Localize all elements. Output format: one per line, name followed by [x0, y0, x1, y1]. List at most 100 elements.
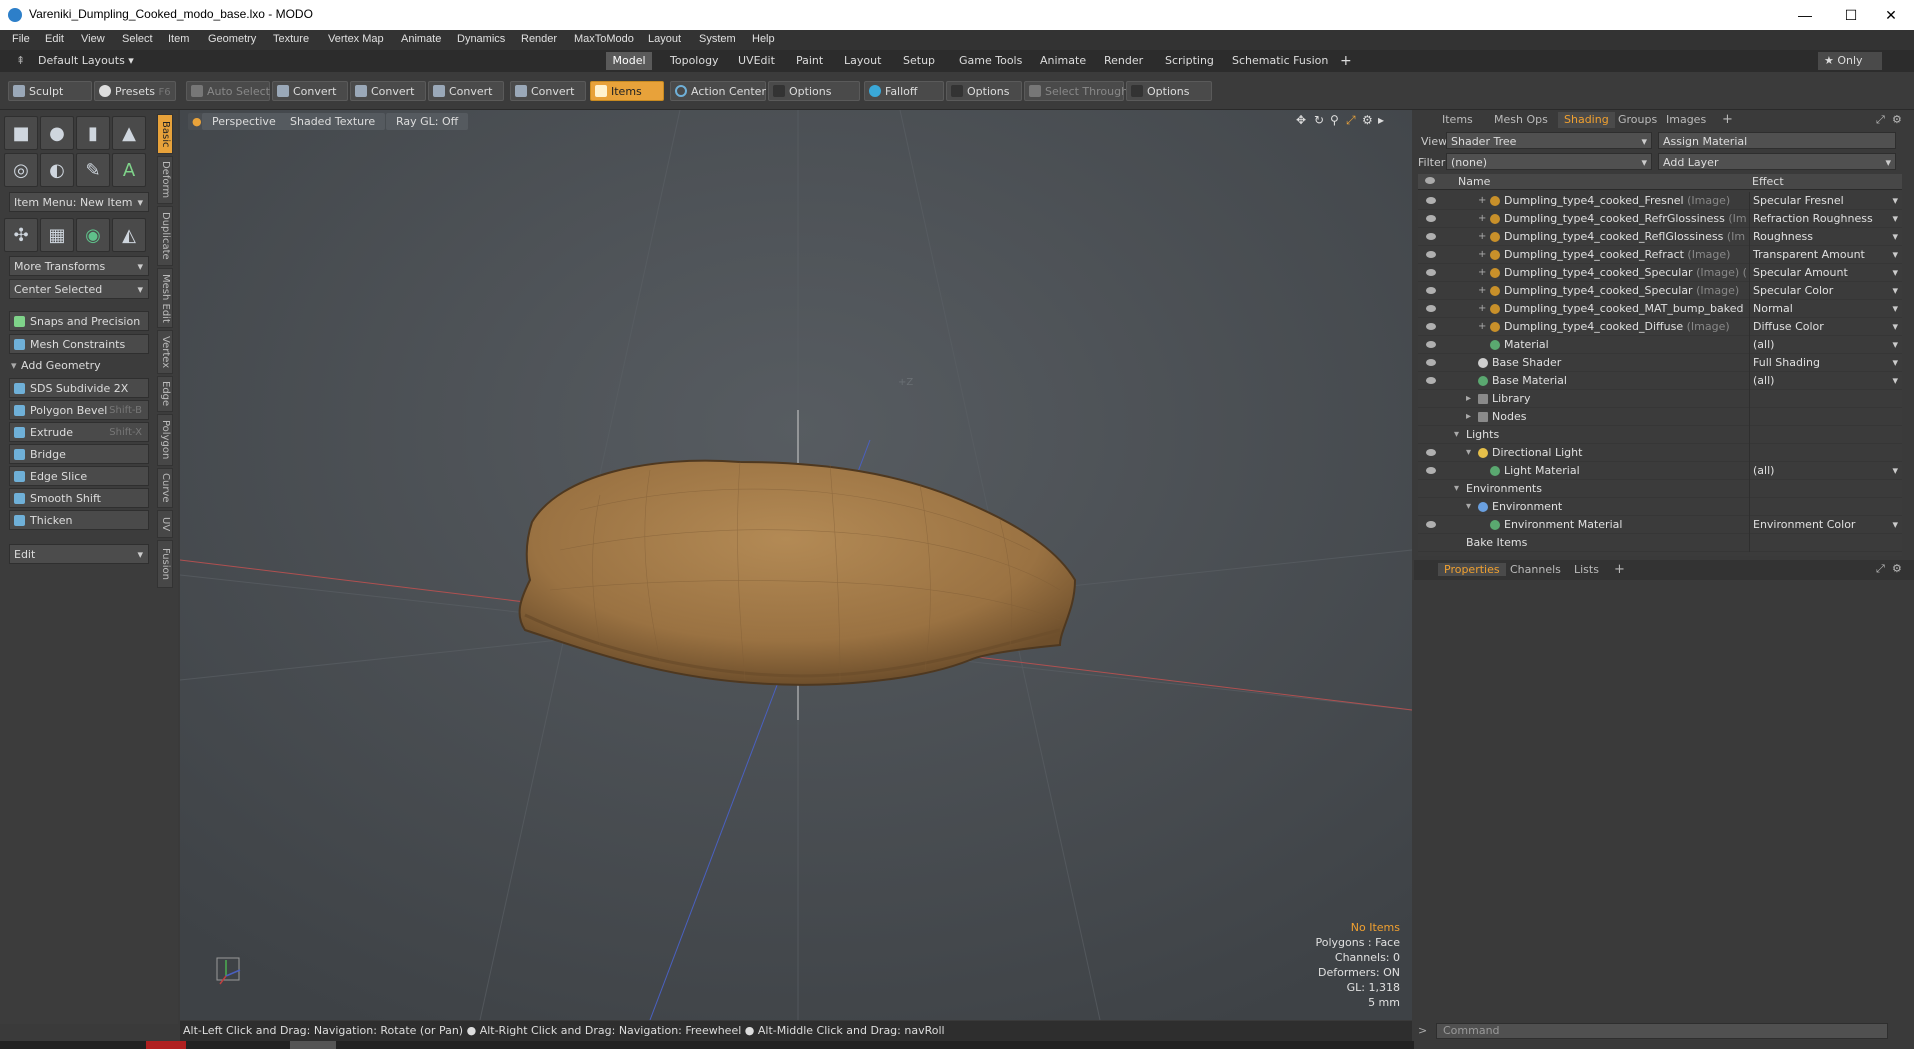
layer-effect-dropdown[interactable]: Roughness	[1749, 228, 1902, 246]
expand-toggle-icon[interactable]: +	[1478, 228, 1486, 246]
panel-expand-icon[interactable]: ⤢	[1876, 112, 1885, 128]
visibility-eye-icon[interactable]	[1426, 467, 1436, 474]
thicken-button[interactable]: Thicken	[9, 510, 149, 530]
tab-setup[interactable]: Setup	[897, 52, 941, 70]
capsule-icon[interactable]: ◐	[40, 153, 74, 187]
tab-groups[interactable]: Groups	[1618, 112, 1657, 128]
visibility-eye-icon[interactable]	[1426, 341, 1436, 348]
sphere-icon[interactable]: ●	[40, 116, 74, 150]
expand-toggle-icon[interactable]: ▾	[1466, 498, 1471, 516]
menu-edit[interactable]: Edit	[45, 33, 64, 45]
vtab-polygon[interactable]: Polygon	[157, 414, 173, 466]
tab-properties[interactable]: Properties	[1438, 563, 1506, 576]
smooth-shift-button[interactable]: Smooth Shift	[9, 488, 149, 508]
action-center-options-button[interactable]: Options	[768, 81, 860, 101]
vtab-fusion[interactable]: Fusion	[157, 540, 173, 588]
convert-polygon-button[interactable]: Convert	[428, 81, 504, 101]
vtab-duplicate[interactable]: Duplicate	[157, 206, 173, 266]
tab-model[interactable]: Model	[606, 52, 652, 70]
layer-effect-dropdown[interactable]: (all)	[1749, 372, 1902, 390]
tab-game-tools[interactable]: Game Tools	[953, 52, 1028, 70]
select-options-button[interactable]: Options	[1126, 81, 1212, 101]
layer-effect-dropdown[interactable]: Normal	[1749, 300, 1902, 318]
shader-tree-row[interactable]: + Dumpling_type4_cooked_Diffuse (Image) Di…	[1418, 318, 1902, 336]
shader-tree-row[interactable]: Environment Material Environment Color	[1418, 516, 1902, 534]
column-effect-header[interactable]: Effect	[1752, 175, 1784, 188]
fit-icon[interactable]: ⤢	[1346, 113, 1356, 128]
tab-animate[interactable]: Animate	[1034, 52, 1092, 70]
vtab-uv[interactable]: UV	[157, 510, 173, 538]
layer-effect-dropdown[interactable]: (all)	[1749, 336, 1902, 354]
menu-geometry[interactable]: Geometry	[208, 33, 256, 45]
globe-icon[interactable]: ◉	[76, 218, 110, 252]
visibility-eye-icon[interactable]	[1426, 215, 1436, 222]
select-through-button[interactable]: Select Through	[1024, 81, 1128, 101]
shader-tree-row[interactable]: ▾ Lights	[1418, 426, 1902, 444]
shader-tree-row[interactable]: Base Shader Full Shading	[1418, 354, 1902, 372]
visibility-eye-icon[interactable]	[1426, 359, 1436, 366]
settings-gear-icon[interactable]: ⚙	[1362, 113, 1373, 127]
vtab-mesh-edit[interactable]: Mesh Edit	[157, 268, 173, 328]
tab-shading[interactable]: Shading	[1558, 112, 1615, 128]
tab-images[interactable]: Images	[1666, 112, 1706, 128]
shading-mode-button[interactable]: Shaded Texture	[280, 113, 386, 130]
torus-icon[interactable]: ◎	[4, 153, 38, 187]
shader-tree-row[interactable]: Base Material (all)	[1418, 372, 1902, 390]
items-mode-button[interactable]: Items	[590, 81, 664, 101]
shader-tree-row[interactable]: ▸ Nodes	[1418, 408, 1902, 426]
expand-toggle-icon[interactable]: ▾	[1454, 480, 1459, 498]
visibility-eye-icon[interactable]	[1426, 305, 1436, 312]
shader-tree-row[interactable]: + Dumpling_type4_cooked_MAT_bump_baked ..…	[1418, 300, 1902, 318]
grid-icon[interactable]: ▦	[40, 218, 74, 252]
vtab-edge[interactable]: Edge	[157, 376, 173, 412]
bridge-button[interactable]: Bridge	[9, 444, 149, 464]
tab-layout[interactable]: Layout	[838, 52, 887, 70]
expand-arrow-icon[interactable]: ▸	[1378, 113, 1384, 127]
assign-material-button[interactable]: Assign Material	[1658, 132, 1896, 149]
shader-tree-row[interactable]: ▾ Directional Light	[1418, 444, 1902, 462]
minimize-button[interactable]: —	[1782, 0, 1828, 30]
transform-icon[interactable]: ✣	[4, 218, 38, 252]
add-layer-dropdown[interactable]: Add Layer	[1658, 153, 1896, 170]
expand-toggle-icon[interactable]: +	[1478, 264, 1486, 282]
center-selected-dropdown[interactable]: Center Selected	[9, 279, 149, 300]
more-transforms-dropdown[interactable]: More Transforms	[9, 256, 149, 277]
shader-tree-row[interactable]: ▸ Library	[1418, 390, 1902, 408]
tab-topology[interactable]: Topology	[664, 52, 725, 70]
vtab-basic[interactable]: Basic	[157, 114, 173, 154]
properties-expand-icon[interactable]: ⤢	[1876, 562, 1885, 576]
shader-tree-row[interactable]: + Dumpling_type4_cooked_Refract (Image) Tr…	[1418, 246, 1902, 264]
vtab-deform[interactable]: Deform	[157, 156, 173, 204]
add-tab-button[interactable]: +	[1334, 52, 1358, 70]
cylinder-icon[interactable]: ▮	[76, 116, 110, 150]
falloff-button[interactable]: Falloff	[864, 81, 944, 101]
expand-toggle-icon[interactable]: +	[1478, 192, 1486, 210]
layer-effect-dropdown[interactable]: Full Shading	[1749, 354, 1902, 372]
layer-effect-dropdown[interactable]: Transparent Amount	[1749, 246, 1902, 264]
presets-button[interactable]: Presets F6	[94, 81, 176, 101]
tab-mesh-ops[interactable]: Mesh Ops	[1494, 112, 1548, 128]
only-toggle[interactable]: ★ Only	[1818, 52, 1882, 70]
snaps-precision-button[interactable]: Snaps and Precision	[9, 311, 149, 331]
column-name-header[interactable]: Name	[1458, 175, 1490, 188]
command-input[interactable]: Command	[1436, 1023, 1888, 1039]
layer-effect-dropdown[interactable]: Environment Color	[1749, 516, 1902, 534]
menu-render[interactable]: Render	[521, 33, 557, 45]
menu-vertex-map[interactable]: Vertex Map	[328, 33, 384, 45]
layer-effect-dropdown[interactable]: (all)	[1749, 462, 1902, 480]
cube-icon[interactable]: ■	[4, 116, 38, 150]
shader-tree-row[interactable]: Bake Items	[1418, 534, 1902, 552]
expand-toggle-icon[interactable]: +	[1478, 210, 1486, 228]
visibility-eye-icon[interactable]	[1426, 377, 1436, 384]
visibility-eye-icon[interactable]	[1426, 197, 1436, 204]
visibility-eye-icon[interactable]	[1426, 449, 1436, 456]
menu-texture[interactable]: Texture	[273, 33, 309, 45]
layer-effect-dropdown[interactable]: Specular Fresnel	[1749, 192, 1902, 210]
sculpt-button[interactable]: Sculpt	[8, 81, 92, 101]
tab-uvedit[interactable]: UVEdit	[732, 52, 781, 70]
perspective-button[interactable]: Perspective	[202, 113, 286, 130]
menu-layout[interactable]: Layout	[648, 33, 681, 45]
convert-material-button[interactable]: Convert	[510, 81, 586, 101]
shader-tree-row[interactable]: + Dumpling_type4_cooked_Fresnel (Image) Sp…	[1418, 192, 1902, 210]
visibility-eye-icon[interactable]	[1426, 251, 1436, 258]
